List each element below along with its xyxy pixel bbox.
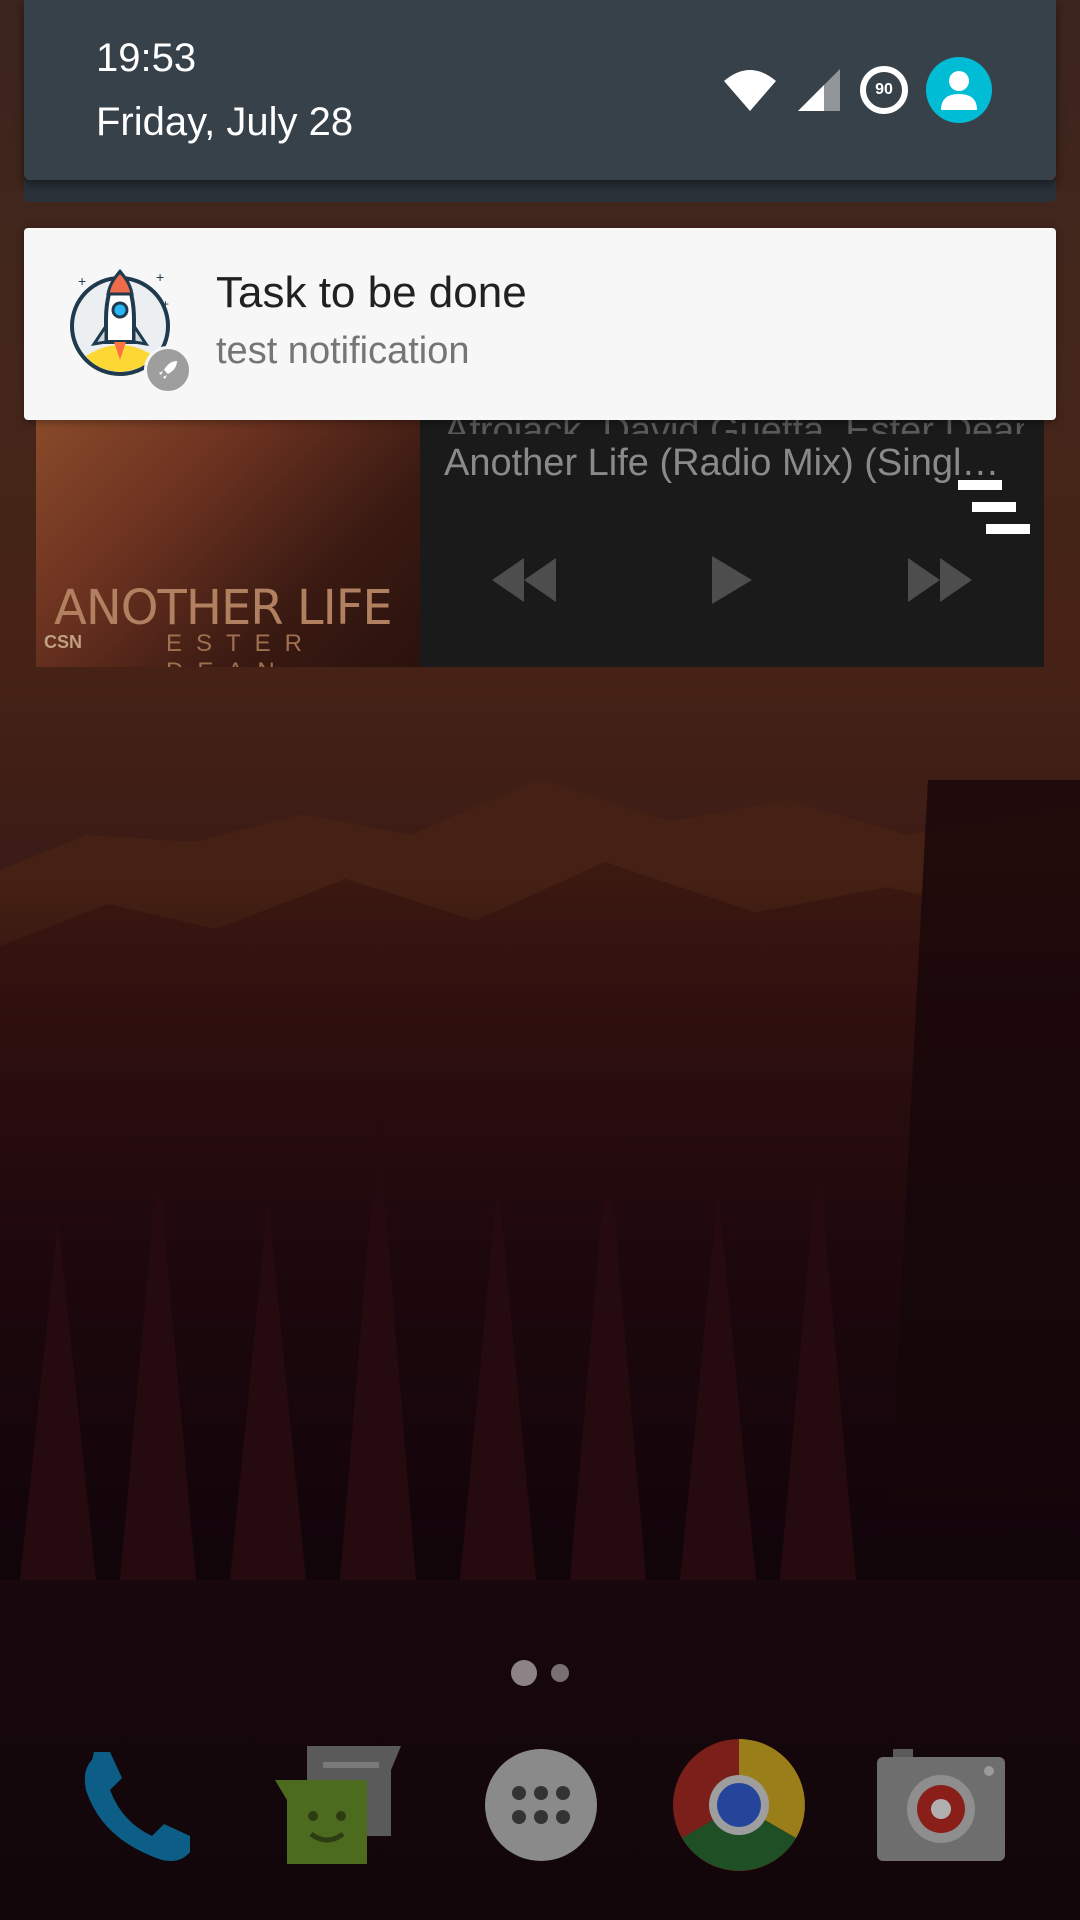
phone-icon	[84, 1752, 190, 1861]
messenger-icon	[275, 1746, 401, 1864]
battery-level: 90	[875, 81, 893, 98]
media-controls	[420, 530, 1044, 630]
media-queue-icon[interactable]	[958, 480, 1030, 536]
quick-settings-handle[interactable]	[24, 180, 1056, 202]
cell-signal-icon	[798, 69, 840, 111]
album-art: ANOTHER LIFE ESTER DEAN CSN	[36, 420, 420, 667]
album-art-title: ANOTHER LIFE	[54, 580, 393, 636]
svg-text:+: +	[162, 297, 169, 311]
dock-app-drawer[interactable]	[466, 1730, 616, 1880]
person-icon	[941, 71, 977, 110]
status-icons: 90	[722, 50, 992, 130]
play-icon	[712, 556, 752, 604]
page-dot	[551, 1664, 569, 1682]
notification-title: Task to be done	[216, 268, 527, 317]
media-notification[interactable]: ANOTHER LIFE ESTER DEAN CSN Afrojack, Da…	[36, 410, 1044, 667]
dock-chrome[interactable]	[664, 1730, 814, 1880]
user-avatar-icon[interactable]	[926, 57, 992, 123]
play-button[interactable]	[692, 550, 772, 610]
dock-messenger[interactable]	[262, 1730, 412, 1880]
chrome-icon	[673, 1739, 805, 1871]
page-dot-active	[511, 1660, 537, 1686]
rewind-icon	[492, 558, 556, 602]
dock-camera[interactable]	[866, 1730, 1016, 1880]
dock	[0, 1730, 1080, 1880]
battery-icon: 90	[860, 66, 908, 114]
page-indicator	[0, 1660, 1080, 1686]
fast-forward-button[interactable]	[900, 550, 980, 610]
dock-phone[interactable]	[62, 1730, 212, 1880]
fast-forward-icon	[908, 558, 972, 602]
media-track-title: Another Life (Radio Mix) (Singl…	[444, 442, 1000, 484]
svg-text:+: +	[78, 273, 86, 289]
rewind-button[interactable]	[484, 550, 564, 610]
notification-card[interactable]: + + + Task to be done test notification	[24, 228, 1056, 420]
wifi-icon	[724, 70, 776, 111]
notification-text: test notification	[216, 330, 470, 372]
rocket-small-icon	[144, 346, 192, 394]
status-header[interactable]: 19:53 Friday, July 28 90	[24, 0, 1056, 180]
date[interactable]: Friday, July 28	[96, 100, 353, 145]
camera-icon	[877, 1749, 1005, 1861]
svg-text:+: +	[156, 269, 164, 285]
album-art-artist: ESTER DEAN	[166, 630, 317, 667]
clock[interactable]: 19:53	[96, 36, 196, 81]
app-drawer-icon	[485, 1749, 597, 1861]
album-art-logo: CSN	[44, 632, 83, 652]
